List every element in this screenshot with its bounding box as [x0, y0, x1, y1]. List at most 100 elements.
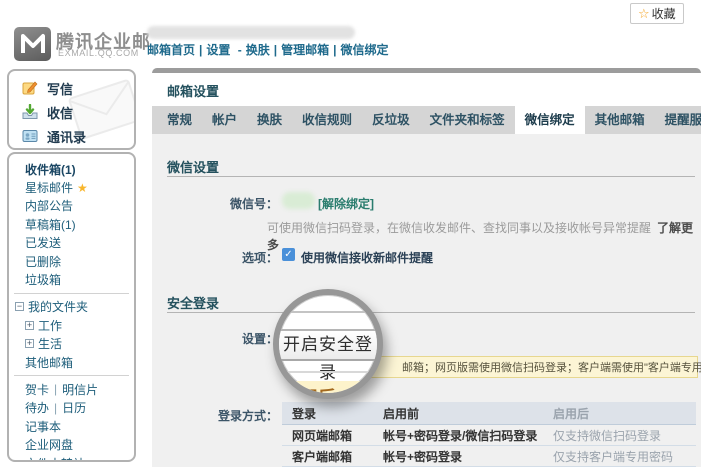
tab-other-mailbox[interactable]: 其他邮箱 [585, 106, 655, 134]
tab-folders-tags[interactable]: 文件夹和标签 [420, 106, 515, 134]
nav-separator: | [199, 43, 202, 57]
folder-my-folders[interactable]: − 我的文件夹 [9, 298, 134, 316]
magnifier-circle: 开启安全登录 启用后，原密 [273, 289, 383, 399]
wechat-id-label: 微信号： [168, 195, 278, 212]
sidebar-divider [14, 293, 129, 294]
folder-life-label: 生活 [38, 335, 62, 352]
star-icon: ★ [77, 181, 88, 195]
nav-settings[interactable]: 设置 [206, 43, 230, 57]
enable-secure-login-button[interactable]: 开启安全登录 [275, 329, 381, 361]
page-title: 邮箱设置 [167, 81, 219, 100]
link-postcard[interactable]: 明信片 [62, 381, 98, 398]
nav-skin[interactable]: 换肤 [246, 43, 270, 57]
folder-junk[interactable]: 垃圾箱 [9, 270, 134, 288]
folder-announcements[interactable]: 内部公告 [9, 197, 134, 215]
cell-web-before: 帐号+密码登录/微信扫码登录 [383, 427, 553, 444]
link-calendar[interactable]: 日历 [62, 399, 86, 416]
logo-subtitle: EXMAIL.QQ.COM [58, 48, 139, 58]
contacts-button[interactable]: 通讯录 [9, 124, 134, 148]
favorite-button[interactable]: ☆ 收藏 [630, 3, 684, 24]
nav-mail-home[interactable]: 邮箱首页 [147, 43, 195, 57]
panel-top-border [152, 68, 701, 73]
folder-starred[interactable]: 星标邮件 ★ [9, 178, 134, 196]
folder-my-folders-label: 我的文件夹 [28, 298, 88, 315]
link-greeting-card[interactable]: 贺卡 [25, 381, 49, 398]
tab-antispam[interactable]: 反垃圾 [362, 106, 420, 134]
tab-account[interactable]: 帐户 [202, 106, 247, 134]
contacts-icon [22, 128, 38, 144]
folder-other-mailbox[interactable]: 其他邮箱 [9, 353, 134, 371]
folder-life[interactable]: + 生活 [9, 335, 134, 353]
cell-client-mailbox: 客户端邮箱 [282, 448, 383, 465]
folder-inbox[interactable]: 收件箱(1) [9, 160, 134, 178]
wechat-id-redacted [282, 192, 315, 209]
tab-general[interactable]: 常规 [157, 106, 202, 134]
header-nav: 邮箱首页|设置 -换肤|管理邮箱|微信绑定 [147, 41, 389, 58]
folder-work[interactable]: + 工作 [9, 316, 134, 334]
expand-icon[interactable]: + [25, 339, 34, 348]
link-file-transfer-label: 文件中转站 [25, 455, 85, 462]
link-todo[interactable]: 待办 [25, 399, 49, 416]
settings-content: 微信设置 微信号： [解除绑定] 可使用微信扫码登录，在微信收发邮件、查找同事以… [152, 134, 701, 467]
star-outline-icon: ☆ [638, 6, 650, 22]
folder-other-mailbox-label: 其他邮箱 [25, 354, 73, 371]
folder-drafts[interactable]: 草稿箱(1) [9, 215, 134, 233]
link-netdisk-label: 企业网盘 [25, 436, 73, 453]
row-cards: 贺卡 | 明信片 [9, 380, 134, 398]
folder-deleted-label: 已删除 [25, 253, 61, 270]
sidebar-divider [14, 375, 129, 376]
section-divider [167, 176, 695, 177]
link-file-transfer[interactable]: 文件中转站 [9, 454, 134, 462]
link-netdisk[interactable]: 企业网盘 [9, 435, 134, 453]
compose-button[interactable]: 写信 [9, 76, 134, 100]
tab-reminder-service[interactable]: 提醒服务 [655, 106, 701, 134]
expand-icon[interactable]: + [25, 321, 34, 330]
setting-label: 设置： [168, 330, 278, 347]
folder-work-label: 工作 [38, 317, 62, 334]
wechat-section-title: 微信设置 [167, 157, 219, 176]
cell-client-after: 仅支持客户端专用密码 [553, 448, 696, 465]
cell-web-mailbox: 网页端邮箱 [282, 427, 383, 444]
row-todo-calendar: 待办 | 日历 [9, 399, 134, 417]
folder-deleted[interactable]: 已删除 [9, 252, 134, 270]
nav-separator: | [274, 43, 277, 57]
receive-mail-button[interactable]: 收信 [9, 100, 134, 124]
sidebar-actions-box: 写信 收信 通讯录 [7, 69, 136, 150]
wechat-description: 可使用微信扫码登录，在微信收发邮件、查找同事以及接收帐号异常提醒了解更多 [267, 219, 701, 253]
folder-inbox-label: 收件箱(1) [25, 161, 76, 178]
settings-tabbar: 常规 帐户 换肤 收信规则 反垃圾 文件夹和标签 微信绑定 其他邮箱 提醒服务 … [152, 106, 701, 134]
options-label: 选项： [168, 249, 278, 266]
folder-announcements-label: 内部公告 [25, 197, 73, 214]
col-after-enable: 启用后 [553, 405, 696, 422]
link-notebook[interactable]: 记事本 [9, 417, 134, 435]
folder-sent-label: 已发送 [25, 234, 61, 251]
table-header-row: 登录 启用前 启用后 [282, 402, 696, 425]
magnified-divider-line [279, 371, 377, 373]
tab-mail-rules[interactable]: 收信规则 [292, 106, 362, 134]
magnified-notice-text: 启用后，原密 [279, 381, 377, 393]
tab-wechat-binding[interactable]: 微信绑定 [515, 106, 585, 134]
nav-dash: - [238, 43, 242, 57]
receive-mail-label: 收信 [47, 103, 73, 122]
sidebar-folders-box: 收件箱(1) 星标邮件 ★ 内部公告 草稿箱(1) 已发送 已删除 垃圾箱 − 我… [7, 152, 136, 462]
new-mail-reminder-checkbox[interactable]: ✓ [282, 248, 295, 261]
exmail-logo-icon [14, 27, 51, 61]
logo-m-glyph [20, 32, 46, 56]
folder-sent[interactable]: 已发送 [9, 234, 134, 252]
folder-starred-label: 星标邮件 [25, 179, 73, 196]
pipe-separator: | [54, 401, 57, 415]
magnified-divider-line [279, 311, 377, 313]
link-notebook-label: 记事本 [25, 418, 61, 435]
nav-manage-mailbox[interactable]: 管理邮箱 [281, 43, 329, 57]
nav-wechat-binding[interactable]: 微信绑定 [340, 43, 388, 57]
security-section-title: 安全登录 [167, 293, 219, 312]
col-before-enable: 启用前 [383, 405, 553, 422]
unbind-link[interactable]: [解除绑定] [318, 195, 374, 212]
new-mail-reminder-label: 使用微信接收新邮件提醒 [301, 249, 433, 266]
collapse-icon[interactable]: − [15, 302, 24, 311]
folder-drafts-label: 草稿箱(1) [25, 216, 76, 233]
table-row: 网页端邮箱 帐号+密码登录/微信扫码登录 仅支持微信扫码登录 [282, 425, 696, 446]
pipe-separator: | [54, 382, 57, 396]
table-row: 客户端邮箱 帐号+密码登录 仅支持客户端专用密码 [282, 446, 696, 467]
tab-skin[interactable]: 换肤 [247, 106, 292, 134]
